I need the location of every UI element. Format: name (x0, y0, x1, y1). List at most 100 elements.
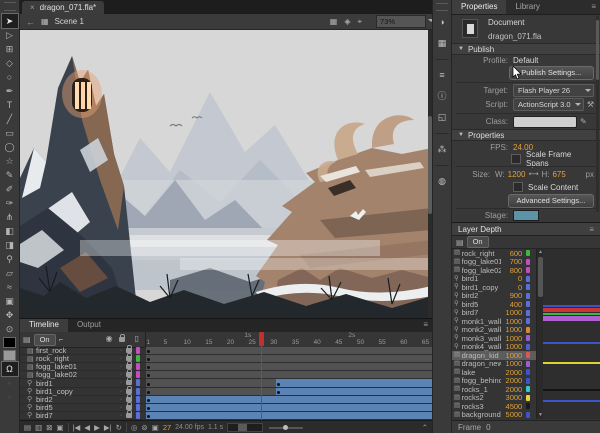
outline-color-chip[interactable] (136, 396, 140, 403)
frame-row[interactable] (146, 404, 432, 412)
hand-tool[interactable]: ✥ (2, 308, 18, 322)
onion-skin-outlines-button[interactable]: ⊚ (141, 422, 147, 433)
stage-color-swatch[interactable] (513, 210, 539, 221)
panel-menu-icon[interactable]: ≡ (589, 225, 594, 234)
advanced-settings-button[interactable]: Advanced Settings... (508, 194, 594, 208)
outline-color-chip[interactable] (526, 327, 530, 333)
layer-parenting-icon[interactable]: ⌐ (59, 335, 64, 344)
subselection-tool[interactable]: ▷ (2, 28, 18, 42)
stroke-color-swatch[interactable] (3, 350, 16, 361)
layer-depth-row[interactable]: ⚲monk1_walk1000 (452, 317, 536, 326)
step-forward-button[interactable]: ▶| (104, 422, 112, 433)
selected-frame-span[interactable] (146, 412, 432, 419)
layer-depth-value[interactable]: 5000 (501, 410, 522, 419)
smooth-option-toggle[interactable]: ◦ (2, 390, 18, 404)
center-stage-icon[interactable]: ⌖ (357, 17, 362, 26)
width-tool[interactable]: ≈ (2, 280, 18, 294)
tab-timeline[interactable]: Timeline (20, 319, 68, 332)
outline-color-chip[interactable] (526, 352, 530, 358)
layer-depth-row[interactable]: ⚲bird10 (452, 275, 536, 284)
keyframe-dot[interactable] (147, 415, 150, 418)
layer-depth-row[interactable]: ▤lake2000 (452, 368, 536, 377)
lock-icon[interactable] (126, 397, 132, 402)
tab-properties[interactable]: Properties (452, 0, 506, 14)
panel-menu-icon[interactable]: ≡ (423, 319, 428, 332)
go-to-first-frame-button[interactable]: |◀ (73, 422, 81, 433)
history-panel-icon[interactable]: ◍ (434, 174, 450, 189)
step-back-button[interactable]: ◀ (84, 422, 90, 433)
ink-bottle-tool[interactable]: ◨ (2, 238, 18, 252)
class-input[interactable] (513, 116, 577, 128)
color-panel-icon[interactable]: ◑ (434, 15, 450, 30)
layer-depth-row[interactable]: ▤fogg_lake01700 (452, 258, 536, 267)
frame-row[interactable] (146, 371, 432, 379)
selected-frame-span[interactable] (146, 396, 432, 403)
info-panel-icon[interactable]: ⓘ (434, 89, 450, 104)
outline-color-chip[interactable] (526, 335, 530, 341)
delete-layer-button[interactable]: ⊠ (46, 422, 52, 433)
lasso-tool[interactable]: ○ (2, 70, 18, 84)
tab-output[interactable]: Output (68, 319, 110, 332)
visibility-dot[interactable]: · (116, 412, 126, 419)
toolbar-grip[interactable] (4, 2, 16, 11)
outline-color-chip[interactable] (526, 267, 530, 273)
timeline-layer-row[interactable]: ⚲bird7· (20, 412, 146, 420)
frame-span[interactable] (146, 379, 277, 386)
layer-depth-row[interactable]: ▤background...5000 (452, 411, 536, 420)
close-tab-icon[interactable]: × (30, 3, 35, 12)
keyframe-dot[interactable] (147, 399, 150, 402)
onion-skin-button[interactable]: ◎ (131, 422, 138, 433)
timeline-scrollbar[interactable] (227, 423, 263, 432)
layer-depth-row[interactable]: ▤dragon_new1000 (452, 360, 536, 369)
oval-tool[interactable]: ◯ (2, 140, 18, 154)
outline-color-chip[interactable] (526, 250, 530, 256)
motion-presets-panel-icon[interactable]: ⁂ (434, 142, 450, 157)
paint-brush-tool[interactable]: ✑ (2, 196, 18, 210)
visibility-dot[interactable]: · (116, 404, 126, 411)
edit-multiple-frames-button[interactable]: ▣ (152, 422, 159, 433)
panel-menu-icon[interactable]: ≡ (591, 0, 596, 14)
lock-icon[interactable] (126, 389, 132, 394)
eraser-tool[interactable]: ▱ (2, 266, 18, 280)
outline-color-chip[interactable] (526, 403, 530, 409)
visibility-dot[interactable]: · (116, 388, 126, 395)
timeline-ruler[interactable]: 151015202530354045505560651s2s (146, 332, 432, 347)
outline-color-chip[interactable] (526, 344, 530, 350)
visibility-dot[interactable]: · (116, 347, 126, 354)
frame-row[interactable] (146, 355, 432, 363)
fill-color-swatch[interactable] (3, 337, 16, 348)
outline-color-chip[interactable] (526, 412, 530, 418)
scale-content-checkbox[interactable] (513, 182, 523, 192)
back-arrow-icon[interactable]: ← (26, 17, 35, 27)
layer-depth-row[interactable]: ⚲monk2_walk1000 (452, 326, 536, 335)
layer-depth-row[interactable]: ⚲bird5400 (452, 300, 536, 309)
keyframe-dot[interactable] (147, 383, 150, 386)
frame-row[interactable] (146, 412, 432, 420)
layer-depth-row[interactable]: ⚲bird71000 (452, 309, 536, 318)
stage-height-value[interactable]: 675 (552, 170, 565, 179)
frame-span[interactable] (146, 371, 433, 378)
timeline-zoom-slider[interactable] (269, 427, 303, 429)
resize-handle-icon[interactable]: ⌃ (422, 422, 428, 433)
brush-tool[interactable]: ✐ (2, 182, 18, 196)
show-hide-all-layers-icon[interactable]: ◉ (106, 334, 113, 343)
outline-color-chip[interactable] (526, 310, 530, 316)
keyframe-dot[interactable] (147, 391, 150, 394)
outline-color-chip[interactable] (526, 276, 530, 282)
free-transform-tool[interactable]: ⊞ (2, 42, 18, 56)
camera-tool[interactable]: ▣ (2, 294, 18, 308)
outline-color-chip[interactable] (526, 301, 530, 307)
outline-color-chip[interactable] (526, 293, 530, 299)
lock-icon[interactable] (126, 413, 132, 418)
layer-depth-row[interactable]: ⚲monk3_walk1000 (452, 334, 536, 343)
selected-frame-span[interactable] (146, 404, 432, 411)
layer-depth-row[interactable]: ▤fogg_lake02800 (452, 266, 536, 275)
visibility-dot[interactable]: · (116, 371, 126, 378)
layer-depth-row[interactable]: ▤rock_right600 (452, 249, 536, 258)
playhead-marker[interactable] (259, 332, 264, 346)
pencil-icon[interactable]: ✎ (580, 117, 587, 126)
layer-depth-row[interactable]: ▤fogg_behind...2000 (452, 377, 536, 386)
rectangle-tool[interactable]: ▭ (2, 126, 18, 140)
layer-depth-on-toggle[interactable]: On (34, 334, 56, 346)
visibility-dot[interactable]: · (116, 396, 126, 403)
